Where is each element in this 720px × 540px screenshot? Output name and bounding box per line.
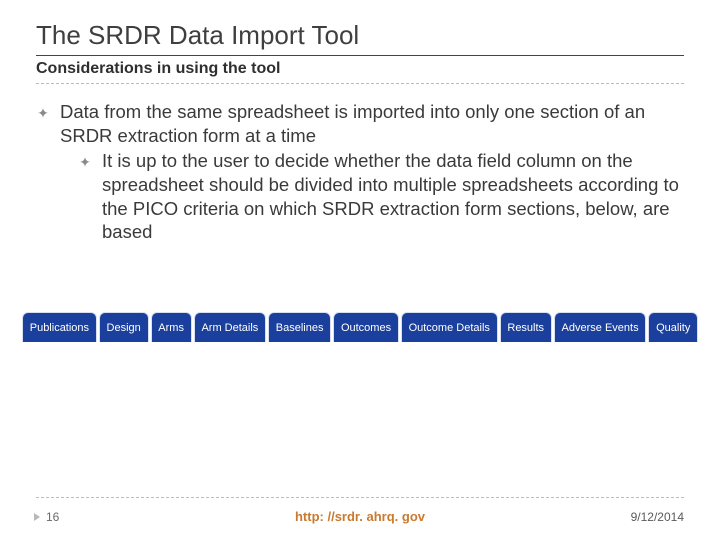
bullet-text: It is up to the user to decide whether t… <box>102 149 684 244</box>
body-text: ✦ Data from the same spreadsheet is impo… <box>36 100 684 244</box>
tab-quality[interactable]: Quality <box>648 312 698 342</box>
title-divider <box>36 55 684 56</box>
tab-results[interactable]: Results <box>500 312 552 342</box>
tab-publications[interactable]: Publications <box>22 312 97 342</box>
footer-date: 9/12/2014 <box>631 510 684 524</box>
bullet-level-2: ✦ It is up to the user to decide whether… <box>78 149 684 244</box>
footer-url: http: //srdr. ahrq. gov <box>0 509 720 524</box>
bullet-text: Data from the same spreadsheet is import… <box>60 100 684 147</box>
slide-title: The SRDR Data Import Tool <box>36 20 359 51</box>
footer-divider <box>36 497 684 498</box>
bullet-level-1: ✦ Data from the same spreadsheet is impo… <box>36 100 684 147</box>
tab-arms[interactable]: Arms <box>151 312 192 342</box>
tab-arm-details[interactable]: Arm Details <box>194 312 266 342</box>
tab-outcomes[interactable]: Outcomes <box>333 312 399 342</box>
tab-adverse-events[interactable]: Adverse Events <box>554 312 647 342</box>
slide-subtitle: Considerations in using the tool <box>36 60 280 78</box>
section-tabs: Publications Design Arms Arm Details Bas… <box>22 312 698 342</box>
subtitle-divider <box>36 83 684 84</box>
bullet-icon: ✦ <box>78 149 92 244</box>
tab-baselines[interactable]: Baselines <box>268 312 331 342</box>
slide: The SRDR Data Import Tool Considerations… <box>0 0 720 540</box>
tab-design[interactable]: Design <box>99 312 149 342</box>
bullet-icon: ✦ <box>36 100 50 147</box>
tab-outcome-details[interactable]: Outcome Details <box>401 312 498 342</box>
